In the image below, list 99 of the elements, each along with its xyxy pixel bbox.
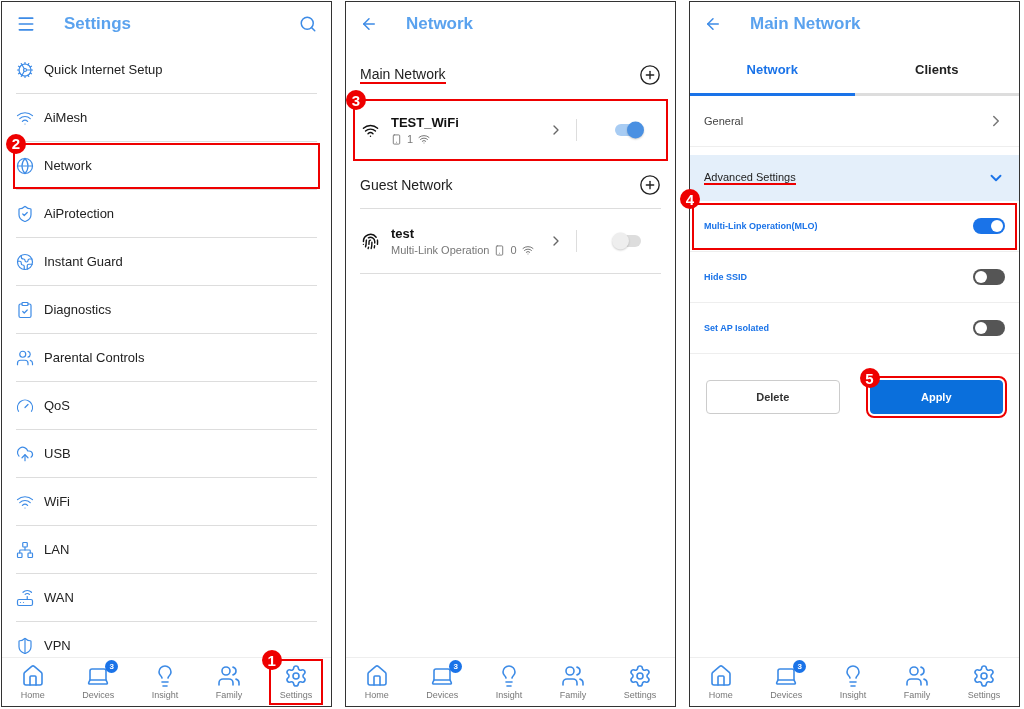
step-number: 3 — [346, 90, 366, 110]
device-icon — [494, 244, 506, 256]
settings-menu-item[interactable]: Diagnostics — [16, 289, 317, 330]
nav-tab[interactable]: 3 Devices — [74, 662, 123, 702]
nav-label: Insight — [151, 690, 179, 700]
section-title: Guest Network — [360, 177, 453, 193]
settings-menu-item[interactable]: QoS — [16, 385, 317, 426]
count-badge: 3 — [105, 660, 119, 673]
globe-icon — [16, 156, 34, 175]
toggle-switch[interactable] — [973, 218, 1005, 234]
network-subtitle: Multi-Link Operation — [391, 244, 490, 256]
toggle-switch[interactable] — [973, 320, 1005, 336]
nav-label: Settings — [279, 690, 313, 700]
add-icon[interactable] — [639, 64, 661, 86]
shield-icon — [16, 204, 34, 223]
nav-label: Insight — [839, 690, 867, 700]
nav-label: Devices — [770, 690, 803, 700]
nav-label: Settings — [623, 690, 657, 700]
step-number: 4 — [680, 189, 700, 209]
nav-tab[interactable]: Settings — [615, 662, 665, 702]
nav-label: Home — [708, 690, 733, 700]
settings-icon — [283, 664, 308, 688]
people-icon — [216, 664, 241, 688]
nav-tab[interactable]: Home — [12, 662, 53, 702]
nav-label: Settings — [967, 690, 1001, 700]
settings-menu-item[interactable]: WAN — [16, 577, 317, 618]
nav-label: Home — [20, 690, 45, 700]
advanced-settings-label: Advanced Settings — [704, 171, 796, 185]
settings-menu-item[interactable]: Instant Guard — [16, 241, 317, 282]
wifi-icon — [418, 133, 431, 145]
gear-icon — [16, 60, 34, 79]
nav-label: Devices — [82, 690, 115, 700]
nav-tab[interactable]: Insight — [143, 662, 187, 702]
menu-icon[interactable] — [16, 14, 36, 34]
nav-label: Family — [559, 690, 587, 700]
shield-icon — [16, 636, 34, 655]
general-row[interactable]: General — [690, 96, 1019, 147]
nav-tab[interactable]: Family — [551, 662, 595, 702]
secondary-button[interactable]: Delete — [706, 380, 840, 414]
home-icon — [708, 664, 733, 688]
toggle-switch[interactable] — [615, 124, 641, 136]
setting-label: Multi-Link Operation(MLO) — [704, 221, 818, 231]
device-icon — [391, 133, 402, 145]
screen-title: Main Network — [750, 14, 862, 34]
settings-menu-item[interactable]: Quick Internet Setup — [16, 49, 317, 90]
add-icon[interactable] — [639, 174, 661, 196]
nav-label: Insight — [495, 690, 523, 700]
nav-tab[interactable]: 3 Devices — [418, 662, 467, 702]
count-badge: 3 — [793, 660, 807, 673]
search-icon[interactable] — [299, 15, 317, 33]
settings-menu-item[interactable]: LAN — [16, 529, 317, 570]
client-count: 0 — [510, 244, 517, 256]
count-badge: 3 — [449, 660, 463, 673]
nav-tab[interactable]: Insight — [487, 662, 531, 702]
people-icon — [560, 664, 585, 688]
network-icon — [16, 540, 34, 559]
settings-menu-item[interactable]: AiProtection — [16, 193, 317, 234]
nav-tab[interactable]: Insight — [831, 662, 875, 702]
home-icon — [20, 664, 45, 688]
settings-menu-item[interactable]: USB — [16, 433, 317, 474]
cloud-icon — [16, 444, 34, 463]
toggle-switch[interactable] — [615, 235, 641, 247]
nav-label: Family — [215, 690, 243, 700]
nav-tab[interactable]: Home — [700, 662, 741, 702]
screen-title: Network — [406, 14, 475, 34]
nav-tab[interactable]: 3 Devices — [762, 662, 811, 702]
settings-icon — [971, 664, 996, 688]
gauge-icon — [16, 396, 34, 415]
toggle-switch[interactable] — [973, 269, 1005, 285]
nav-tab[interactable]: Settings — [959, 662, 1009, 702]
tab[interactable]: Network — [690, 46, 855, 96]
step-number: 5 — [859, 368, 880, 388]
tab[interactable]: Clients — [854, 46, 1019, 96]
clipboard-icon — [16, 300, 34, 319]
nav-label: Home — [364, 690, 389, 700]
setting-label: Hide SSID — [704, 272, 747, 282]
settings-menu-item[interactable]: Parental Controls — [16, 337, 317, 378]
nav-tab[interactable]: Home — [356, 662, 397, 702]
nav-tab[interactable]: Family — [895, 662, 939, 702]
step-number: 2 — [6, 133, 26, 154]
network-name: TEST_WiFi — [391, 115, 460, 130]
settings-icon — [627, 664, 652, 688]
network-row[interactable]: test Multi-Link Operation 0 — [356, 213, 665, 269]
setting-label: Set AP Isolated — [704, 323, 770, 333]
settings-menu-item[interactable]: WiFi — [16, 481, 317, 522]
nav-tab[interactable]: Family — [207, 662, 251, 702]
nav-label: Devices — [426, 690, 459, 700]
globe-icon — [16, 252, 34, 271]
people-icon — [904, 664, 929, 688]
home-icon — [364, 664, 389, 688]
screen-title: Settings — [64, 14, 133, 34]
client-count: 1 — [407, 133, 414, 145]
section-title: Main Network — [360, 66, 446, 84]
people-icon — [16, 348, 34, 367]
wifi-icon — [521, 244, 534, 256]
nav-label: Family — [903, 690, 931, 700]
router-icon — [16, 588, 34, 607]
step-number: 1 — [261, 650, 282, 670]
network-name: test — [391, 226, 416, 241]
